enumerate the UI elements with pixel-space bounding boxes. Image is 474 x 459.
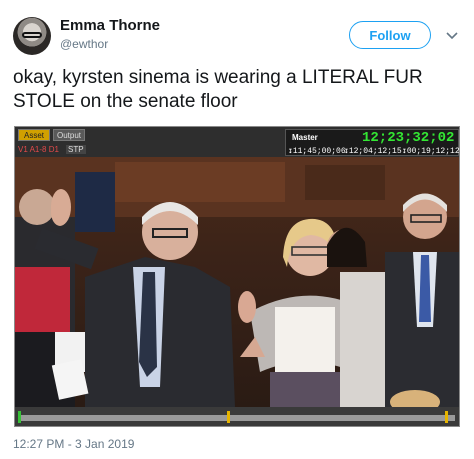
timeline-start-marker[interactable] bbox=[18, 411, 21, 423]
tab-asset[interactable]: Asset bbox=[18, 129, 50, 141]
timecode-panel: Master 12;23;32;02 ↧11;45;00;06 ↧12;04;1… bbox=[285, 129, 459, 156]
chevron-down-icon[interactable] bbox=[444, 27, 460, 43]
stp-label: STP bbox=[66, 145, 86, 154]
tweet-media-video[interactable]: Asset Output V1 A1-8 D1 STP Master 12;23… bbox=[14, 126, 460, 427]
video-frame-illustration bbox=[15, 157, 459, 407]
avatar[interactable] bbox=[13, 17, 51, 55]
video-frame bbox=[15, 157, 459, 407]
timeline-end-marker[interactable] bbox=[445, 411, 448, 423]
video-timeline[interactable] bbox=[15, 407, 459, 426]
author-handle[interactable]: @ewthor bbox=[60, 37, 108, 51]
timecode-main: 12;23;32;02 bbox=[362, 130, 455, 146]
timecode-duration: ↧00;19;12;12 bbox=[402, 147, 460, 156]
follow-button[interactable]: Follow bbox=[349, 21, 431, 49]
tweet-header: Emma Thorne @ewthor Follow bbox=[0, 0, 474, 64]
tweet-text: okay, kyrsten sinema is wearing a LITERA… bbox=[13, 67, 423, 112]
clip-label: V1 A1-8 D1 bbox=[18, 145, 59, 154]
timeline-playhead[interactable] bbox=[227, 411, 230, 423]
tweet-timestamp[interactable]: 12:27 PM - 3 Jan 2019 bbox=[13, 437, 134, 451]
author-name[interactable]: Emma Thorne bbox=[60, 17, 160, 34]
tab-output[interactable]: Output bbox=[53, 129, 85, 141]
timeline-track[interactable] bbox=[19, 415, 455, 421]
timecode-out: ↧12;04;12;15 bbox=[344, 147, 402, 156]
master-label: Master bbox=[292, 133, 318, 142]
timecode-in: ↧11;45;00;06 bbox=[288, 147, 346, 156]
video-overlay-bar: Asset Output V1 A1-8 D1 STP Master 12;23… bbox=[15, 127, 459, 157]
